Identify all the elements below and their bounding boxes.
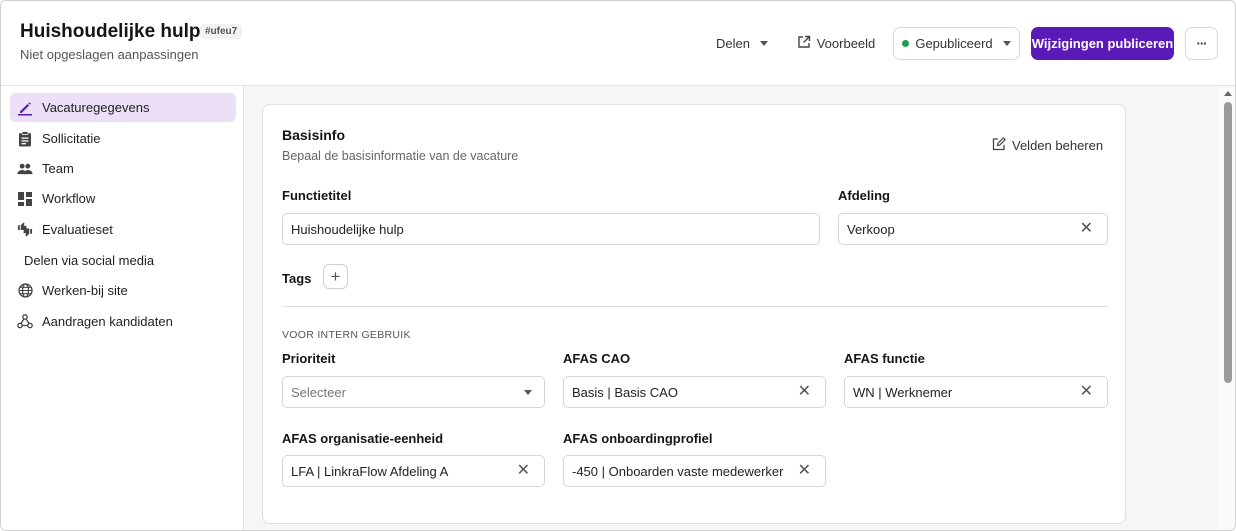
card-subtitle: Bepaal de basisinformatie van de vacatur… (282, 149, 519, 163)
pencil-icon (17, 100, 33, 116)
functietitel-label: Functietitel (282, 188, 352, 203)
manage-fields-label: Velden beheren (1012, 138, 1104, 153)
afdeling-value: Verkoop (847, 221, 895, 237)
preview-button[interactable]: Voorbeeld (789, 27, 883, 60)
afas-cao-value: Basis | Basis CAO (572, 384, 678, 400)
card-title: Basisinfo (282, 127, 346, 143)
sidebar: Vacaturegegevens Sollicitatie Team Workf… (1, 86, 244, 530)
vacancy-code-badge: #ufeu7 (200, 24, 243, 39)
sidebar-item-evaluatieset[interactable]: Evaluatieset (10, 215, 236, 244)
page-title: Huishoudelijke hulp (20, 21, 201, 42)
basisinfo-card: Basisinfo Bepaal de basisinformatie van … (262, 104, 1126, 524)
sidebar-item-workflow[interactable]: Workflow (10, 184, 236, 213)
afdeling-label: Afdeling (838, 188, 890, 203)
prioriteit-select[interactable]: Selecteer (282, 376, 545, 408)
afas-onboarding-value: -450 | Onboarden vaste medewerker (572, 463, 784, 479)
afas-cao-select[interactable]: Basis | Basis CAO ✕ (563, 376, 826, 408)
dashboard-icon (17, 191, 33, 207)
prioriteit-label: Prioriteit (282, 351, 336, 366)
people-icon (17, 161, 33, 177)
thumbs-icon (17, 222, 33, 238)
share-button[interactable]: Delen (706, 27, 778, 60)
scroll-up-arrow-icon[interactable] (1224, 91, 1232, 96)
save-status-text: Niet opgeslagen aanpassingen (20, 47, 199, 62)
status-dot-icon (902, 40, 910, 47)
preview-label: Voorbeeld (816, 36, 876, 51)
edit-square-icon (992, 137, 1006, 154)
prioriteit-placeholder: Selecteer (291, 384, 346, 400)
sidebar-item-sollicitatie[interactable]: Sollicitatie (10, 124, 236, 153)
clear-icon[interactable]: ✕ (517, 463, 530, 479)
sidebar-item-label: Aandragen kandidaten (42, 314, 173, 329)
sidebar-item-label: Evaluatieset (42, 222, 113, 237)
more-dots-icon: ··· (1196, 36, 1208, 51)
sidebar-item-label: Workflow (42, 191, 96, 206)
chevron-down-icon (1002, 41, 1011, 46)
status-dropdown[interactable]: Gepubliceerd (893, 27, 1020, 60)
chevron-down-icon (759, 41, 768, 46)
network-icon (17, 314, 33, 330)
functietitel-value: Huishoudelijke hulp (291, 221, 404, 237)
afas-onboarding-label: AFAS onboardingprofiel (563, 431, 713, 446)
sidebar-item-werken-bij-site[interactable]: Werken-bij site (10, 276, 236, 305)
sidebar-item-label: Sollicitatie (42, 131, 101, 146)
clear-icon[interactable]: ✕ (798, 384, 811, 400)
afdeling-select[interactable]: Verkoop ✕ (838, 213, 1108, 245)
afas-onboarding-select[interactable]: -450 | Onboarden vaste medewerker ✕ (563, 455, 826, 487)
chevron-down-icon (524, 389, 532, 395)
sidebar-item-label: Delen via social media (24, 253, 155, 268)
share-label: Delen (716, 36, 750, 51)
sidebar-item-label: Werken-bij site (42, 283, 128, 298)
add-tag-button[interactable]: + (323, 264, 348, 289)
scrollbar-thumb[interactable] (1224, 102, 1232, 383)
external-link-icon (797, 35, 811, 52)
page-header: Huishoudelijke hulp #ufeu7 Niet opgeslag… (1, 1, 1235, 86)
vertical-scrollbar[interactable] (1219, 86, 1235, 530)
clear-icon[interactable]: ✕ (1080, 384, 1093, 400)
plus-icon: + (330, 266, 341, 286)
sidebar-item-vacaturegegevens[interactable]: Vacaturegegevens (10, 93, 236, 122)
sidebar-item-social-media[interactable]: Delen via social media (10, 246, 236, 275)
status-label: Gepubliceerd (915, 36, 993, 51)
sidebar-item-team[interactable]: Team (10, 154, 236, 183)
sidebar-item-label: Vacaturegegevens (42, 100, 150, 115)
afas-functie-value: WN | Werknemer (853, 384, 953, 400)
sidebar-item-label: Team (42, 161, 74, 176)
afas-functie-select[interactable]: WN | Werknemer ✕ (844, 376, 1108, 408)
globe-icon (17, 283, 33, 299)
tags-label: Tags (282, 271, 312, 286)
clear-icon[interactable]: ✕ (1080, 221, 1093, 237)
afas-functie-label: AFAS functie (844, 351, 925, 366)
sidebar-item-aandragen-kandidaten[interactable]: Aandragen kandidaten (10, 307, 236, 336)
internal-section-label: VOOR INTERN GEBRUIK (282, 329, 411, 341)
afas-org-value: LFA | LinkraFlow Afdeling A (291, 463, 449, 479)
afas-org-label: AFAS organisatie-eenheid (282, 431, 444, 446)
afas-cao-label: AFAS CAO (563, 351, 631, 366)
app-window: Huishoudelijke hulp #ufeu7 Niet opgeslag… (0, 0, 1236, 531)
afas-org-select[interactable]: LFA | LinkraFlow Afdeling A ✕ (282, 455, 545, 487)
clear-icon[interactable]: ✕ (798, 463, 811, 479)
section-divider (282, 306, 1108, 307)
manage-fields-button[interactable]: Velden beheren (992, 137, 1103, 154)
functietitel-input[interactable]: Huishoudelijke hulp (282, 213, 820, 245)
publish-changes-button[interactable]: Wijzigingen publiceren (1031, 27, 1174, 60)
clipboard-icon (17, 130, 33, 147)
more-options-button[interactable]: ··· (1185, 27, 1218, 60)
main-content: Basisinfo Bepaal de basisinformatie van … (244, 86, 1219, 530)
